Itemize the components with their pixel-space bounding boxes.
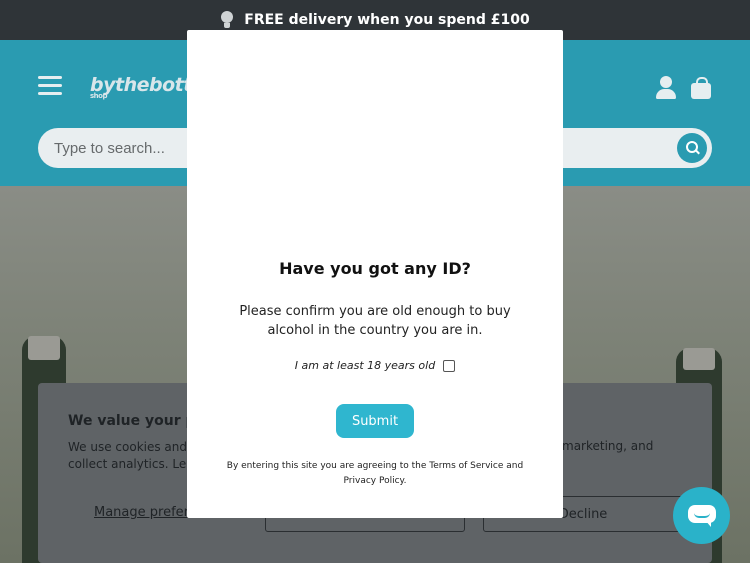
announcement-text: FREE delivery when you spend £100 bbox=[244, 12, 530, 28]
chat-widget-button[interactable] bbox=[673, 487, 730, 544]
age-checkbox-label: I am at least 18 years old bbox=[294, 359, 436, 372]
age-checkbox[interactable] bbox=[443, 359, 456, 372]
search-icon[interactable] bbox=[677, 133, 707, 163]
chat-bubble-tail bbox=[705, 520, 711, 527]
cookie-text-right: marketing, and bbox=[562, 439, 654, 453]
bottle-cap-left bbox=[28, 336, 60, 360]
bottle-cap-right bbox=[683, 348, 715, 370]
submit-button[interactable]: Submit bbox=[336, 404, 414, 438]
age-verification-modal: Have you got any ID? Please confirm you … bbox=[187, 30, 563, 518]
lightbulb-icon bbox=[220, 11, 234, 29]
manage-preferences-link[interactable]: Manage prefere bbox=[94, 505, 197, 520]
cookie-title: We value your pr bbox=[68, 413, 203, 429]
shopping-bag-icon[interactable] bbox=[691, 77, 711, 99]
modal-title: Have you got any ID? bbox=[279, 259, 471, 278]
hamburger-menu-icon[interactable] bbox=[38, 76, 62, 96]
chat-smile bbox=[694, 513, 710, 518]
user-icon[interactable] bbox=[655, 76, 677, 100]
modal-message: Please confirm you are old enough to buy… bbox=[239, 304, 511, 338]
age-confirm-row: I am at least 18 years old bbox=[187, 359, 563, 372]
terms-notice: By entering this site you are agreeing t… bbox=[226, 461, 524, 486]
